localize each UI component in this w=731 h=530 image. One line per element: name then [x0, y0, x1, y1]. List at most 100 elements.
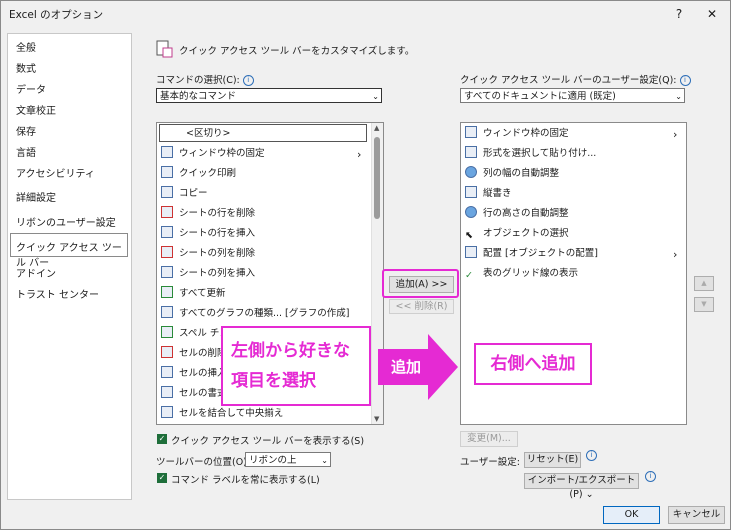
list-item[interactable]: セルの挿入	[159, 364, 227, 384]
always-show-labels-label: コマンド ラベルを常に表示する(L)	[171, 475, 320, 486]
insert-column-icon	[161, 266, 173, 278]
show-qat-label: クイック アクセス ツール バーを表示する(S)	[171, 436, 365, 447]
copy-icon	[161, 186, 173, 198]
submenu-chevron-icon: ›	[673, 128, 678, 141]
select-objects-icon: ⬉	[465, 230, 473, 241]
choose-commands-select[interactable]: 基本的なコマンド ⌄	[156, 88, 382, 103]
sidebar-item-data[interactable]: データ	[16, 81, 46, 96]
merge-center-icon	[161, 406, 173, 418]
list-item[interactable]: セルの書式	[159, 384, 227, 404]
always-show-labels-checkbox[interactable]: ✓	[157, 473, 167, 483]
sidebar-item-proofing[interactable]: 文章校正	[16, 102, 56, 117]
toolbar-position-select[interactable]: リボンの上 ⌄	[245, 452, 331, 467]
delete-row-icon	[161, 206, 173, 218]
close-button[interactable]: ✕	[697, 4, 727, 24]
list-item[interactable]: シートの行を挿入	[159, 224, 255, 244]
annotation-select-left: 左側から好きな 項目を選択	[221, 326, 371, 406]
qat-customize-icon	[155, 39, 173, 59]
list-item[interactable]: 縦書き	[463, 184, 512, 204]
chevron-down-icon: ⌄	[675, 92, 682, 101]
vertical-text-icon	[465, 186, 477, 198]
choose-commands-label: コマンドの選択(C): i	[156, 72, 254, 86]
info-icon: i	[645, 471, 656, 482]
import-export-button[interactable]: インポート/エクスポート(P) ⌄	[524, 473, 639, 500]
customize-qat-label: クイック アクセス ツール バーのユーザー設定(Q): i	[460, 72, 691, 86]
info-icon: i	[586, 450, 597, 461]
list-item[interactable]: <区切り>	[159, 124, 367, 142]
list-item[interactable]: シートの行を削除	[159, 204, 255, 224]
annotation-arrow-label: 追加	[391, 358, 422, 376]
list-item[interactable]: シートの列を削除	[159, 244, 255, 264]
scroll-down-icon[interactable]: ▼	[374, 415, 379, 423]
chevron-down-icon: ⌄	[372, 92, 379, 101]
list-item[interactable]: セルの削除	[159, 344, 227, 364]
show-qat-checkbox[interactable]: ✓	[157, 434, 167, 444]
list-item[interactable]: 列の幅の自動調整	[463, 164, 559, 184]
list-item[interactable]: 行の高さの自動調整	[463, 204, 569, 224]
quick-print-icon	[161, 166, 173, 178]
list-item[interactable]: クイック印刷	[159, 164, 236, 184]
sidebar: 全般 数式 データ 文章校正 保存 言語 アクセシビリティ 詳細設定 リボンのユ…	[7, 33, 132, 500]
submenu-chevron-icon: ›	[673, 248, 678, 261]
refresh-all-icon	[161, 286, 173, 298]
delete-column-icon	[161, 246, 173, 258]
list-item[interactable]: ✓ 表のグリッド線の表示	[463, 264, 578, 284]
format-cells-icon	[161, 386, 173, 398]
scroll-thumb[interactable]	[374, 137, 380, 219]
add-button-highlight	[382, 269, 459, 298]
move-down-button[interactable]: ▼	[694, 297, 714, 312]
list-item[interactable]: すべて更新	[159, 284, 225, 304]
list-item[interactable]: 形式を選択して貼り付け...	[463, 144, 596, 164]
list-item[interactable]: ウィンドウ枠の固定	[463, 124, 569, 144]
info-icon: i	[679, 75, 691, 86]
list-item[interactable]: セルを結合して中央揃え	[159, 404, 283, 424]
toolbar-position-label: ツールバーの位置(O)	[156, 457, 247, 468]
delete-cells-icon	[161, 346, 173, 358]
annotation-arrow-head	[428, 334, 458, 400]
header-text: クイック アクセス ツール バーをカスタマイズします。	[179, 46, 415, 57]
check-icon: ✓	[465, 270, 473, 281]
user-settings-label: ユーザー設定:	[460, 457, 521, 468]
chevron-down-icon: ⌄	[321, 456, 328, 465]
align-objects-icon	[465, 246, 477, 258]
list-item[interactable]: コピー	[159, 184, 208, 204]
autofit-row-icon	[465, 206, 477, 218]
window-title: Excel のオプション	[9, 9, 104, 21]
list-item[interactable]: すべてのグラフの種類... [グラフの作成]	[159, 304, 349, 324]
sidebar-item-formulas[interactable]: 数式	[16, 60, 36, 75]
sidebar-item-general[interactable]: 全般	[16, 39, 36, 54]
sidebar-item-save[interactable]: 保存	[16, 123, 36, 138]
spell-check-icon	[161, 326, 173, 338]
annotation-add-right: 右側へ追加	[474, 343, 592, 385]
sidebar-item-accessibility[interactable]: アクセシビリティ	[16, 165, 95, 180]
sidebar-item-trust-center[interactable]: トラスト センター	[16, 286, 99, 301]
remove-button[interactable]: << 削除(R)	[389, 299, 454, 314]
list-item[interactable]: スペル チェ	[159, 324, 229, 344]
options-dialog: Excel のオプション ? ✕ 全般 数式 データ 文章校正 保存 言語 アク…	[0, 0, 731, 530]
autofit-column-icon	[465, 166, 477, 178]
insert-cells-icon	[161, 366, 173, 378]
info-icon: i	[242, 75, 254, 86]
customize-qat-select[interactable]: すべてのドキュメントに適用 (既定) ⌄	[460, 88, 685, 103]
list-item[interactable]: ⬉ オブジェクトの選択	[463, 224, 569, 244]
chart-icon	[161, 306, 173, 318]
list-item[interactable]: ウィンドウ枠の固定	[159, 144, 265, 164]
submenu-chevron-icon: ›	[357, 148, 362, 161]
freeze-panes-icon	[465, 126, 477, 138]
title-bar: Excel のオプション ? ✕	[1, 1, 730, 27]
freeze-panes-icon	[161, 146, 173, 158]
sidebar-item-advanced[interactable]: 詳細設定	[16, 189, 56, 204]
sidebar-item-customize-ribbon[interactable]: リボンのユーザー設定	[16, 214, 116, 229]
sidebar-item-addins[interactable]: アドイン	[16, 265, 56, 280]
help-button[interactable]: ?	[664, 4, 694, 24]
modify-button[interactable]: 変更(M)...	[460, 431, 518, 447]
cancel-button[interactable]: キャンセル	[668, 506, 725, 524]
list-item[interactable]: シートの列を挿入	[159, 264, 255, 284]
scroll-up-icon[interactable]: ▲	[374, 124, 379, 132]
move-up-button[interactable]: ▲	[694, 276, 714, 291]
list-item[interactable]: 配置 [オブジェクトの配置]	[463, 244, 598, 264]
reset-button[interactable]: リセット(E) ⌄	[524, 452, 581, 479]
ok-button[interactable]: OK	[603, 506, 660, 524]
sidebar-item-language[interactable]: 言語	[16, 144, 36, 159]
insert-row-icon	[161, 226, 173, 238]
